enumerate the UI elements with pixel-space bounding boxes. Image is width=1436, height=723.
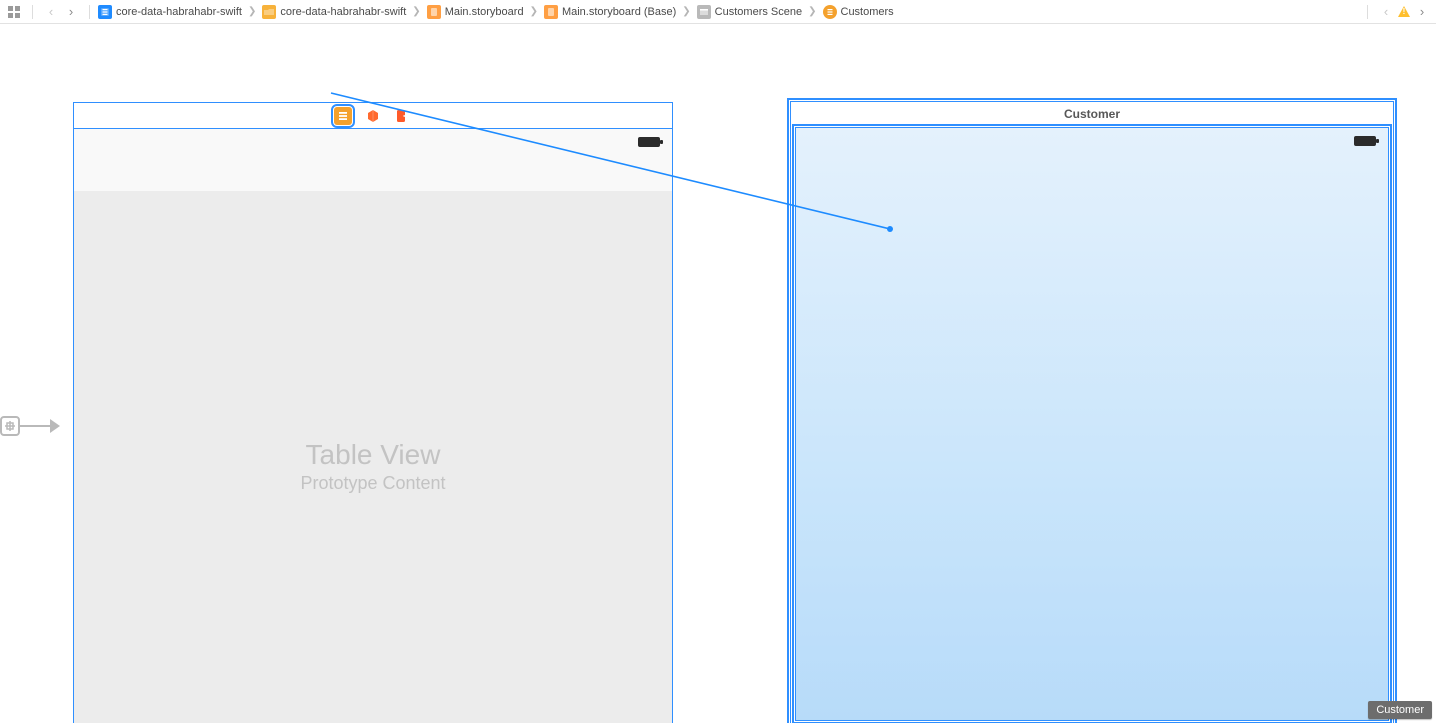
- warning-icon[interactable]: [1398, 6, 1410, 17]
- breadcrumb-label: core-data-habrahabr-swift: [116, 6, 242, 18]
- tableview-title: Table View: [306, 439, 441, 471]
- nav-forward-button[interactable]: ›: [63, 4, 79, 20]
- separator: [32, 5, 33, 19]
- scene-dock: [74, 103, 672, 129]
- folder-icon: [262, 5, 276, 19]
- first-responder-dock-icon[interactable]: [364, 107, 382, 125]
- scene-dock: Customer: [791, 102, 1393, 128]
- issue-prev-button[interactable]: ‹: [1378, 4, 1394, 20]
- breadcrumb-label: core-data-habrahabr-swift: [280, 6, 406, 18]
- breadcrumb-label: Customers: [841, 6, 894, 18]
- storyboard-icon: [427, 5, 441, 19]
- scene-icon: [697, 5, 711, 19]
- breadcrumb-item[interactable]: Customers: [821, 5, 896, 19]
- breadcrumb-item[interactable]: core-data-habrahabr-swift ❯: [96, 5, 260, 19]
- scene-customers[interactable]: Table View Prototype Content: [73, 102, 673, 723]
- breadcrumb-item[interactable]: core-data-habrahabr-swift ❯: [260, 5, 424, 19]
- battery-icon: [638, 137, 660, 147]
- drag-tooltip: Customer: [1368, 701, 1432, 719]
- breadcrumb-item[interactable]: Main.storyboard (Base) ❯: [542, 5, 695, 19]
- table-view-placeholder[interactable]: Table View Prototype Content: [74, 191, 672, 723]
- device-statusbar: [74, 129, 672, 191]
- chevron-right-icon: ❯: [528, 6, 540, 17]
- entry-point-icon: [0, 416, 20, 436]
- breadcrumb: core-data-habrahabr-swift ❯ core-data-ha…: [96, 5, 1361, 19]
- separator: [1367, 5, 1368, 19]
- breadcrumb-label: Customers Scene: [715, 6, 802, 18]
- chevron-right-icon: ❯: [246, 6, 258, 17]
- chevron-right-icon: ❯: [680, 6, 692, 17]
- scene-title: Customer: [791, 107, 1393, 121]
- breadcrumb-label: Main.storyboard (Base): [562, 6, 676, 18]
- related-items-icon[interactable]: [6, 4, 22, 20]
- chevron-right-icon: ❯: [410, 6, 422, 17]
- tableview-subtitle: Prototype Content: [300, 473, 445, 494]
- storyboard-canvas[interactable]: Table View Prototype Content Customer Cu…: [0, 24, 1436, 723]
- viewcontroller-icon: [823, 5, 837, 19]
- initial-viewcontroller-arrow[interactable]: [0, 416, 60, 436]
- breadcrumb-item[interactable]: Customers Scene ❯: [695, 5, 821, 19]
- separator: [89, 5, 90, 19]
- storyboard-icon: [544, 5, 558, 19]
- exit-dock-icon[interactable]: [394, 107, 412, 125]
- battery-icon: [1354, 136, 1376, 146]
- viewcontroller-dock-icon[interactable]: [334, 107, 352, 125]
- breadcrumb-item[interactable]: Main.storyboard ❯: [425, 5, 542, 19]
- arrow-head-icon: [50, 419, 60, 433]
- jump-bar: ‹ › core-data-habrahabr-swift ❯ core-dat…: [0, 0, 1436, 24]
- nav-back-button[interactable]: ‹: [43, 4, 59, 20]
- chevron-right-icon: ❯: [806, 6, 818, 17]
- breadcrumb-label: Main.storyboard: [445, 6, 524, 18]
- project-icon: [98, 5, 112, 19]
- arrow-shaft: [20, 425, 50, 427]
- scene-customer[interactable]: Customer: [790, 101, 1394, 723]
- view[interactable]: [795, 127, 1389, 721]
- issue-next-button[interactable]: ›: [1414, 4, 1430, 20]
